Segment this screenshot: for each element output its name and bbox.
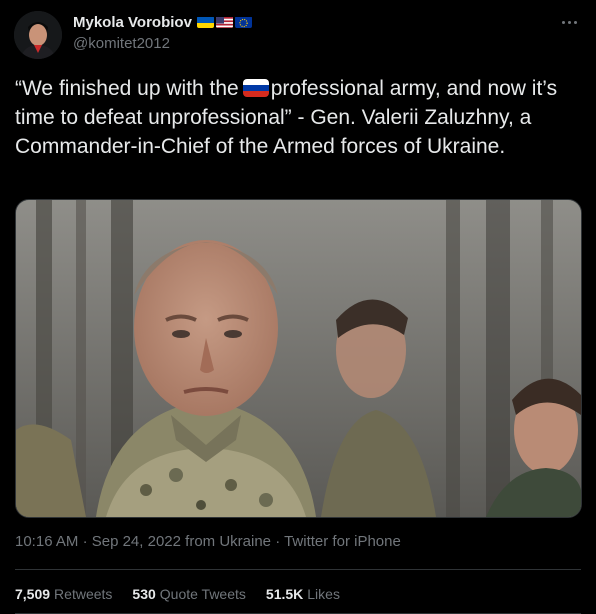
name-flags [196, 16, 252, 28]
more-options-icon[interactable] [558, 12, 580, 32]
quote-tweets-label: Quote Tweets [159, 586, 246, 602]
user-info: Mykola Vorobiov @komitet2012 [73, 12, 252, 52]
avatar[interactable] [14, 11, 62, 59]
tweet-date[interactable]: Sep 24, 2022 [92, 533, 181, 550]
handle[interactable]: @komitet2012 [73, 35, 252, 52]
display-name[interactable]: Mykola Vorobiov [73, 14, 192, 31]
retweets-stat[interactable]: 7,509 Retweets [15, 586, 112, 602]
usa-flag-icon [215, 16, 233, 28]
tweet: Mykola Vorobiov @komitet2012 “We finishe… [0, 0, 596, 614]
russia-flag-icon [242, 79, 269, 97]
meta-separator: · [275, 533, 281, 550]
quote-tweets-count: 530 [132, 586, 156, 602]
meta-separator: · [82, 533, 88, 550]
divider [15, 569, 581, 570]
tweet-meta: 10:16 AM · Sep 24, 2022 from Ukraine · T… [15, 533, 401, 550]
tweet-source[interactable]: Twitter for iPhone [284, 533, 401, 550]
tweet-stats: 7,509 Retweets 530 Quote Tweets 51.5K Likes [15, 586, 340, 602]
likes-label: Likes [307, 586, 340, 602]
tweet-text: “We finished up with the professional arm… [15, 74, 575, 161]
likes-stat[interactable]: 51.5K Likes [266, 586, 340, 602]
eu-flag-icon [234, 16, 252, 28]
quote-tweets-stat[interactable]: 530 Quote Tweets [132, 586, 246, 602]
tweet-text-before: “We finished up with the [15, 77, 239, 100]
likes-count: 51.5K [265, 586, 304, 602]
ukraine-flag-icon [196, 16, 214, 28]
tweet-location: from Ukraine [185, 533, 272, 550]
retweets-count: 7,509 [15, 586, 51, 602]
tweet-time[interactable]: 10:16 AM [15, 533, 78, 550]
tweet-photo[interactable] [15, 199, 582, 518]
retweets-label: Retweets [54, 586, 113, 602]
